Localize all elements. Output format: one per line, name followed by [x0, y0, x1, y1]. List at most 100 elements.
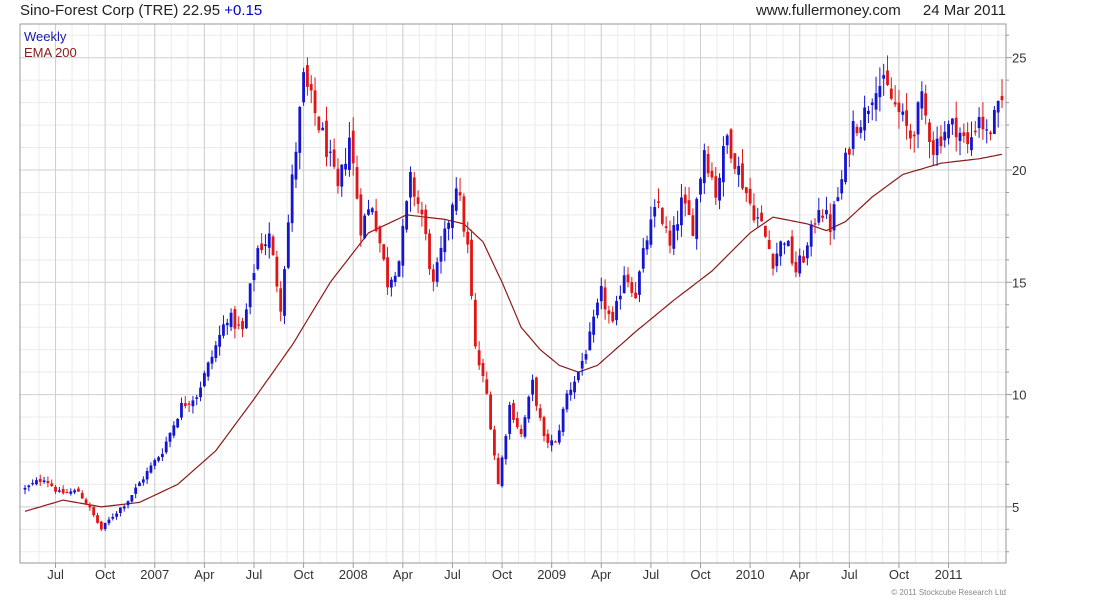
candle: [393, 272, 397, 287]
candle: [202, 370, 206, 388]
candle: [695, 197, 699, 250]
candle: [653, 199, 657, 228]
candle-body: [141, 479, 145, 483]
candle: [992, 105, 996, 134]
candle-body: [863, 107, 867, 131]
candle-body: [84, 499, 88, 505]
candle-body: [153, 460, 157, 466]
candle: [428, 229, 431, 275]
x-tick-label: Jul: [841, 567, 858, 582]
candle: [96, 512, 99, 524]
candle-body: [855, 126, 859, 134]
candle-body: [580, 360, 584, 369]
candle-body: [763, 225, 767, 237]
candle-body: [73, 490, 77, 493]
candle-body: [260, 243, 264, 250]
candle-body: [683, 194, 687, 204]
candle: [889, 77, 893, 101]
candle: [996, 100, 1000, 128]
candle: [622, 266, 626, 294]
candle: [828, 203, 832, 246]
x-tick-label: 2008: [339, 567, 368, 582]
candle-body: [77, 488, 80, 492]
candle-body: [103, 522, 107, 530]
candle-body: [538, 408, 542, 418]
candle-body: [332, 149, 336, 167]
candle: [950, 118, 954, 135]
candle: [706, 146, 710, 178]
candle-body: [722, 146, 725, 183]
candle: [451, 202, 454, 240]
candle-body: [897, 102, 901, 113]
candle: [241, 317, 244, 338]
candle: [741, 149, 744, 191]
candle: [1000, 79, 1004, 109]
candle: [821, 209, 825, 223]
candle-body: [80, 493, 84, 499]
candle-body: [912, 134, 916, 137]
candle: [493, 425, 496, 461]
candle: [80, 490, 84, 499]
candle-body: [27, 485, 31, 488]
candle-body: [363, 215, 367, 239]
candle-body: [462, 196, 466, 232]
candle-body: [756, 217, 760, 219]
candle-body: [119, 507, 122, 513]
candle-body: [489, 394, 493, 430]
candle-body: [229, 312, 233, 328]
candle-body: [680, 197, 683, 226]
candle: [542, 415, 546, 442]
candle-body: [126, 501, 130, 506]
candle-body: [138, 482, 141, 487]
candle: [611, 306, 615, 324]
candle: [260, 233, 264, 254]
candle-body: [485, 379, 489, 394]
candle-body: [947, 123, 950, 139]
candle: [57, 487, 61, 493]
candle-body: [748, 188, 752, 204]
candle-body: [638, 271, 641, 295]
candle: [397, 260, 401, 278]
candle-body: [164, 441, 168, 453]
candle-body: [382, 244, 386, 260]
candle: [355, 155, 359, 200]
candle: [321, 122, 325, 131]
candle: [691, 208, 695, 237]
candle-body: [336, 168, 340, 187]
candle: [802, 250, 805, 264]
candle-body: [88, 504, 92, 508]
candle-body: [668, 230, 672, 246]
candle-body: [718, 177, 721, 201]
candle: [424, 204, 428, 241]
candle-body: [931, 140, 935, 155]
candle: [145, 467, 149, 484]
candle-body: [817, 210, 821, 223]
candle: [275, 250, 279, 293]
candle-body: [966, 132, 970, 145]
candle-body: [443, 228, 447, 253]
candle: [767, 230, 771, 250]
candle-body: [340, 164, 344, 187]
candle-body: [424, 209, 428, 234]
candle: [222, 315, 225, 339]
candle: [809, 220, 813, 257]
legend-ema: EMA 200: [24, 45, 77, 60]
candle-body: [107, 519, 111, 524]
candle-body: [550, 440, 554, 446]
candle-body: [557, 430, 561, 443]
candle-body: [65, 492, 69, 494]
candle: [920, 81, 924, 121]
candle-body: [46, 480, 50, 484]
candle-body: [69, 491, 73, 494]
candle-body: [355, 167, 359, 199]
candle: [557, 424, 561, 445]
candle: [870, 98, 874, 121]
candle-body: [183, 403, 187, 407]
candle: [389, 276, 393, 297]
candle: [84, 497, 88, 506]
candle: [294, 142, 298, 189]
candle: [473, 293, 477, 349]
candle: [779, 240, 783, 266]
candle: [672, 216, 676, 256]
candle-body: [741, 163, 744, 189]
